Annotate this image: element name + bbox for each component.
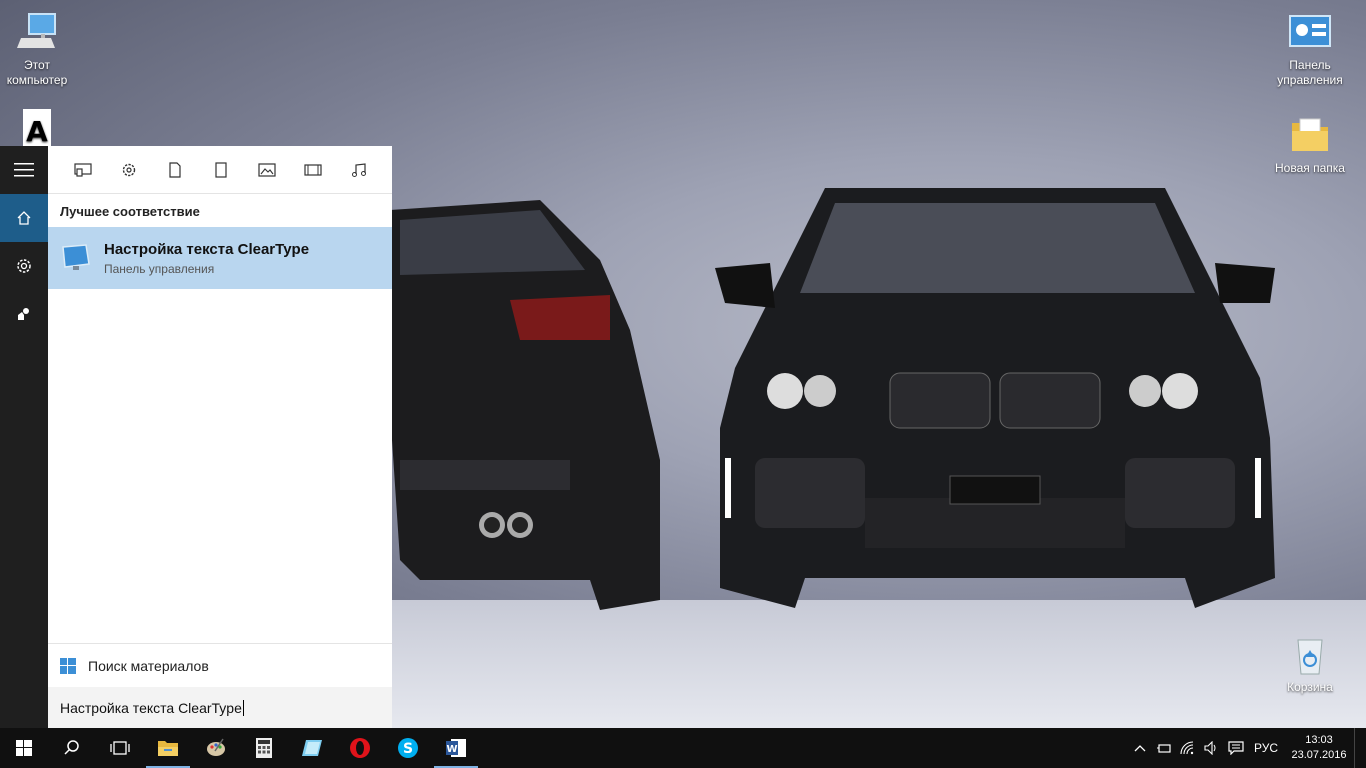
folder-icon [158, 741, 178, 756]
settings-icon [17, 259, 31, 273]
clock-button[interactable]: 13:03 23.07.2016 [1284, 733, 1354, 763]
system-tray: РУС 13:03 23.07.2016 [1128, 728, 1366, 768]
search-content-button[interactable]: Поиск материалов [48, 643, 392, 687]
windows-logo-icon [16, 740, 32, 756]
document-icon [169, 161, 181, 178]
taskbar: S W РУС 13:03 23.07.2016 [0, 728, 1366, 768]
svg-text:W: W [446, 744, 457, 755]
clock-time: 13:03 [1305, 734, 1333, 746]
filter-photos-button[interactable] [244, 146, 290, 194]
paint-palette-icon [207, 738, 225, 756]
text-caret [242, 699, 244, 716]
taskbar-file-explorer[interactable] [144, 728, 192, 768]
message-icon [1228, 741, 1244, 755]
recycle-bin-icon [1297, 639, 1323, 675]
apps-icon [74, 162, 92, 177]
network-tray-button[interactable] [1176, 741, 1200, 755]
home-icon [17, 211, 31, 225]
filter-videos-button[interactable] [290, 146, 336, 194]
folder-icon [1292, 118, 1328, 151]
feedback-icon [18, 308, 29, 320]
search-icon [64, 740, 79, 755]
home-button[interactable] [0, 194, 48, 242]
search-content-label: Поиск материалов [88, 657, 209, 674]
opera-icon [350, 738, 370, 758]
filter-documents-button[interactable] [152, 146, 198, 194]
clock-date: 23.07.2016 [1291, 749, 1347, 761]
wallpaper-car-front [715, 188, 1275, 608]
taskbar-opera[interactable] [336, 728, 384, 768]
filter-music-button[interactable] [336, 146, 382, 194]
music-icon [352, 162, 366, 177]
start-rail [0, 146, 48, 728]
volume-tray-button[interactable] [1200, 741, 1224, 755]
search-filter-bar [48, 146, 392, 194]
filter-apps-tablet-button[interactable] [198, 146, 244, 194]
task-view-icon [110, 741, 130, 755]
search-panel: Лучшее соответствие Настройка текста Cle… [48, 146, 392, 728]
desktop-icon-control-panel[interactable]: Панель управления [1270, 10, 1350, 88]
input-language-button[interactable]: РУС [1248, 741, 1284, 755]
computer-icon [17, 13, 56, 48]
task-view-button[interactable] [96, 728, 144, 768]
windows-logo-icon [60, 657, 76, 674]
filter-settings-button[interactable] [106, 146, 152, 194]
svg-text:S: S [403, 741, 413, 757]
wallpaper-car-rear [390, 200, 660, 610]
taskbar-notes-app[interactable] [288, 728, 336, 768]
taskbar-skype[interactable]: S [384, 728, 432, 768]
search-query-text: Настройка текста ClearType [60, 699, 242, 716]
video-icon [304, 163, 322, 176]
settings-button[interactable] [0, 242, 48, 290]
search-button[interactable] [48, 728, 96, 768]
tablet-icon [215, 161, 227, 178]
settings-icon [122, 163, 136, 176]
filter-apps-button[interactable] [60, 146, 106, 194]
taskbar-word[interactable]: W [432, 728, 480, 768]
calculator-icon [256, 738, 272, 758]
speaker-icon [1204, 741, 1216, 755]
hamburger-icon [14, 163, 34, 177]
font-app-icon: A [23, 109, 51, 147]
skype-icon: S [398, 738, 418, 758]
photo-icon [258, 162, 276, 177]
chevron-up-icon [1134, 745, 1146, 752]
taskbar-paint[interactable] [192, 728, 240, 768]
desktop-icon-new-folder[interactable]: Новая папка [1270, 113, 1350, 176]
show-hidden-icons-button[interactable] [1128, 744, 1152, 752]
word-icon: W [446, 739, 466, 757]
feedback-button[interactable] [0, 290, 48, 338]
cleartype-monitor-icon [62, 244, 90, 270]
desktop-icon-recycle-bin[interactable]: Корзина [1270, 632, 1350, 695]
result-subtitle: Панель управления [104, 261, 215, 276]
show-desktop-button[interactable] [1354, 728, 1366, 768]
power-plug-icon [1156, 744, 1171, 753]
search-input[interactable]: Настройка текста ClearType [48, 687, 392, 728]
notepad-icon [302, 740, 322, 756]
best-match-result[interactable]: Настройка текста ClearType Панель управл… [48, 227, 392, 289]
svg-text:A: A [26, 115, 48, 147]
action-center-button[interactable] [1224, 741, 1248, 755]
hamburger-menu-button[interactable] [0, 146, 48, 194]
wifi-icon [1180, 741, 1194, 755]
desktop-icon-this-pc[interactable]: Этот компьютер [0, 10, 77, 88]
power-tray-button[interactable] [1152, 742, 1176, 754]
best-match-heading: Лучшее соответствие [60, 204, 200, 219]
result-title: Настройка текста ClearType [104, 240, 310, 258]
control-panel-icon [1289, 15, 1331, 47]
start-button[interactable] [0, 728, 48, 768]
desktop-icon-app-a[interactable]: A [0, 105, 77, 147]
taskbar-calculator[interactable] [240, 728, 288, 768]
